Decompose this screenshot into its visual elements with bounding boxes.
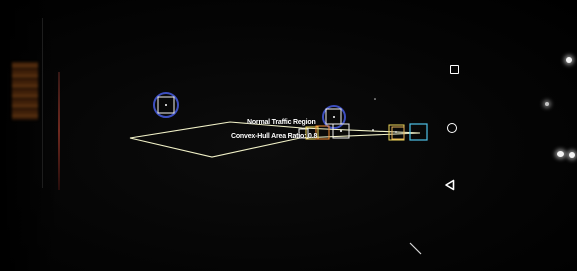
vehicle-box	[391, 126, 405, 140]
square-icon[interactable]	[450, 65, 459, 74]
vehicle-dot	[340, 130, 342, 132]
region-label: Normal Traffic Region	[247, 119, 316, 126]
vehicle-dot	[372, 129, 374, 131]
vehicle-dot	[165, 104, 167, 106]
screen: Normal Traffic Region Convex-Hull Area R…	[0, 0, 577, 271]
lane-mark	[409, 242, 422, 255]
vehicle-dot	[333, 116, 335, 118]
circle-icon[interactable]	[447, 123, 457, 133]
camera-feed: Normal Traffic Region Convex-Hull Area R…	[0, 0, 577, 271]
vehicle-dot	[374, 98, 376, 100]
vehicle-dot	[395, 131, 397, 133]
triangle-back-icon[interactable]	[444, 179, 456, 191]
ratio-label: Convex-Hull Area Ratio: 0.8	[231, 133, 318, 140]
navigation-bar	[426, 50, 476, 200]
vehicle-box	[409, 123, 428, 141]
